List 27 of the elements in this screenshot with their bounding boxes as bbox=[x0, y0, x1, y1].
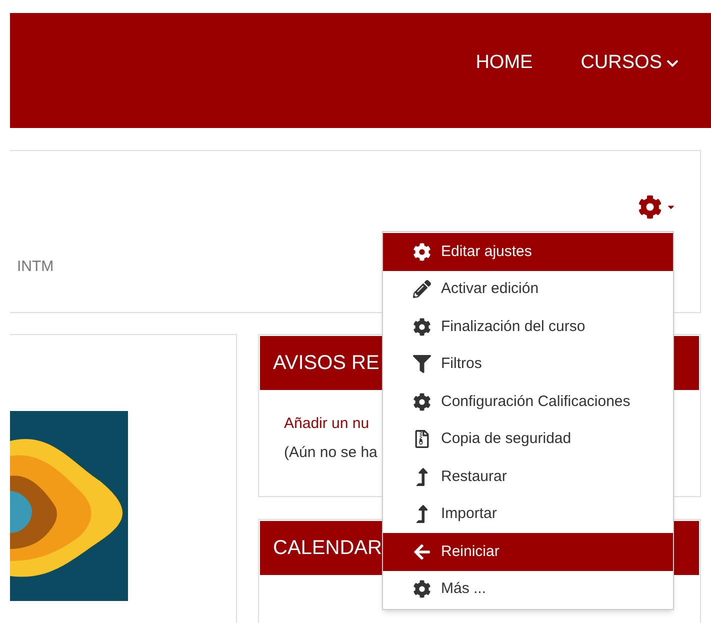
menu-item[interactable]: Editar ajustes bbox=[383, 233, 673, 270]
left-arrow-icon bbox=[413, 542, 431, 561]
nav-link[interactable]: CURSOS bbox=[580, 49, 679, 78]
file-icon bbox=[413, 430, 431, 448]
pencil-icon bbox=[413, 280, 431, 298]
gear-icon bbox=[413, 318, 431, 336]
menu-item[interactable]: Copia de seguridad bbox=[383, 420, 673, 458]
settings-icon bbox=[638, 195, 662, 219]
menu-item[interactable]: Reiniciar bbox=[383, 533, 673, 570]
menu-item[interactable]: Activar edición bbox=[383, 270, 673, 308]
gear-icon bbox=[413, 392, 431, 411]
block-title: AVISOS RE bbox=[273, 351, 380, 376]
menu-item[interactable]: Finalización del curso bbox=[383, 308, 673, 346]
menu-item[interactable]: Importar bbox=[383, 496, 673, 533]
gear-icon bbox=[413, 580, 431, 598]
nav-link[interactable]: HOME bbox=[476, 49, 533, 78]
menu-item[interactable]: Filtros bbox=[383, 346, 673, 383]
menu-item[interactable]: Más ... bbox=[383, 570, 673, 608]
block-title: CALENDAR bbox=[273, 536, 382, 561]
gear-icon bbox=[413, 242, 431, 261]
course-subtitle: INTM bbox=[17, 257, 54, 277]
settings-menu-toggle[interactable] bbox=[638, 195, 676, 219]
news-note: (Aún no se ha bbox=[284, 442, 378, 462]
filter-icon bbox=[413, 355, 431, 374]
menu-item[interactable]: Restaurar bbox=[383, 458, 673, 496]
chevron-down-icon bbox=[666, 57, 679, 70]
menu-item[interactable]: Configuración Calificaciones bbox=[383, 383, 673, 420]
